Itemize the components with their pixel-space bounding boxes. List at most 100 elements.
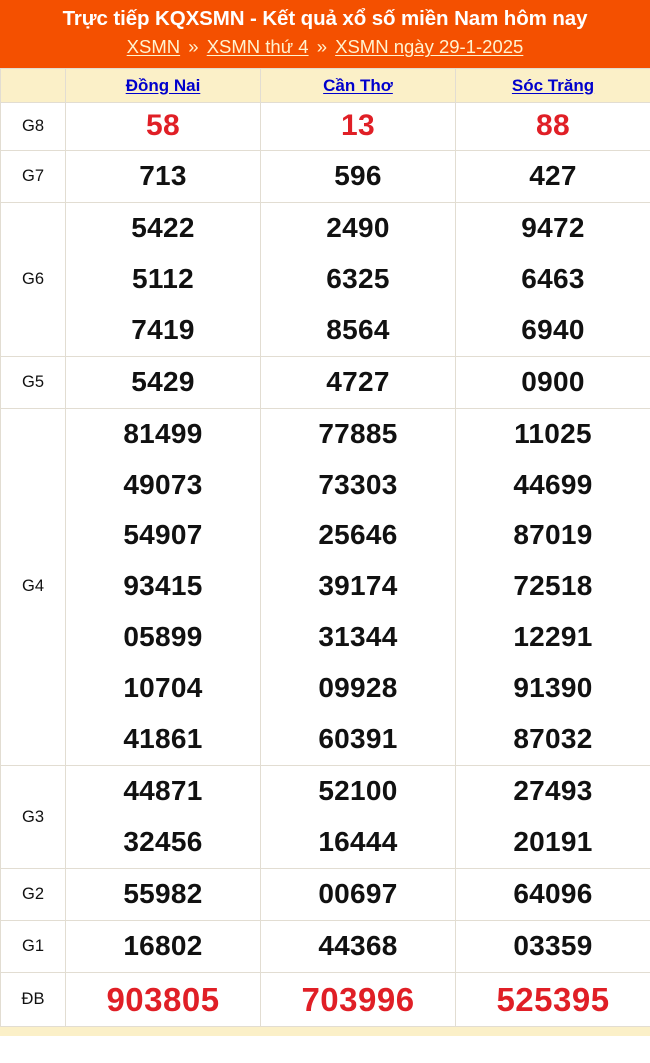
prize-numbers-cell: 03359 [455, 920, 650, 974]
prize-numbers-cell: 81499 49073 54907 93415 05899 10704 41861 [65, 407, 261, 767]
page-banner: Trực tiếp KQXSMN - Kết quả xổ số miền Na… [0, 0, 650, 69]
prize-row-g5: G5 5429 4727 0900 [0, 355, 650, 409]
lottery-number: 13 [341, 109, 375, 143]
table-header: Đồng Nai Cần Thơ Sóc Trăng [0, 68, 650, 104]
lottery-number: 05899 [123, 621, 203, 653]
lottery-number: 64096 [513, 878, 593, 910]
lottery-number: 72518 [513, 570, 593, 602]
lottery-number: 87019 [513, 519, 593, 551]
lottery-number: 596 [334, 159, 382, 191]
prize-numbers-cell: 703996 [260, 972, 456, 1028]
lottery-number: 44368 [318, 930, 398, 962]
lottery-number: 27493 [513, 775, 593, 807]
lottery-number: 41861 [123, 723, 203, 755]
lottery-number: 16802 [123, 930, 203, 962]
lottery-number: 73303 [318, 468, 398, 500]
prize-numbers-cell: 88 [455, 102, 650, 151]
results-table-wrapper: Đồng Nai Cần Thơ Sóc Trăng G8 58 13 88 G7 713… [0, 68, 650, 1028]
prize-numbers-cell: 2490 6325 8564 [260, 201, 456, 357]
lottery-number: 11025 [514, 417, 592, 449]
prize-numbers-cell: 77885 73303 25646 39174 31344 09928 60391 [260, 407, 456, 767]
prize-numbers-cell: 13 [260, 102, 456, 151]
footer-strip [0, 1027, 650, 1037]
lottery-number: 58 [146, 109, 180, 143]
lottery-number: 703996 [301, 981, 415, 1019]
lottery-number: 12291 [513, 621, 593, 653]
prize-row-g7: G7 713 596 427 [0, 149, 650, 203]
lottery-number: 55982 [123, 878, 203, 910]
lottery-number: 87032 [513, 723, 593, 755]
lottery-number: 52100 [318, 775, 398, 807]
lottery-number: 44699 [513, 468, 593, 500]
province-header-cell: Cần Thơ [260, 68, 456, 104]
breadcrumb-link-weekday[interactable]: XSMN thứ 4 [207, 36, 309, 57]
prize-row-g8: G8 58 13 88 [0, 102, 650, 151]
province-link-0[interactable]: Đồng Nai [126, 76, 201, 95]
lottery-number: 09928 [318, 672, 398, 704]
prize-numbers-cell: 427 [455, 149, 650, 203]
lottery-number: 39174 [318, 570, 398, 602]
lottery-number: 20191 [513, 826, 593, 858]
lottery-number: 903805 [106, 981, 220, 1019]
lottery-number: 713 [139, 159, 187, 191]
prize-numbers-cell: 596 [260, 149, 456, 203]
lottery-number: 0900 [521, 365, 585, 397]
lottery-results-table: Đồng Nai Cần Thơ Sóc Trăng G8 58 13 88 G7 713… [0, 68, 650, 1028]
prize-row-g3: G3 44871 32456 52100 16444 27493 20191 [0, 765, 650, 870]
breadcrumb-separator: » [188, 36, 199, 58]
prize-label: G1 [0, 920, 66, 974]
lottery-number: 03359 [513, 930, 593, 962]
lottery-number: 8564 [326, 313, 390, 345]
prize-row-g6: G6 5422 5112 7419 2490 6325 8564 9472 6463 6940 [0, 201, 650, 357]
page-title: Trực tiếp KQXSMN - Kết quả xổ số miền Na… [62, 7, 588, 30]
prize-label: G2 [0, 868, 66, 922]
prize-numbers-cell: 58 [65, 102, 261, 151]
lottery-number: 49073 [123, 468, 203, 500]
lottery-results-page: Trực tiếp KQXSMN - Kết quả xổ số miền Na… [0, 0, 650, 1037]
lottery-number: 5112 [132, 262, 194, 294]
breadcrumb-link-date[interactable]: XSMN ngày 29-1-2025 [335, 36, 523, 57]
prize-numbers-cell: 00697 [260, 868, 456, 922]
province-header-cell: Đồng Nai [65, 68, 261, 104]
prize-row-g2: G2 55982 00697 64096 [0, 868, 650, 922]
province-link-1[interactable]: Cần Thơ [323, 76, 393, 95]
lottery-number: 6463 [521, 262, 585, 294]
lottery-number: 9472 [521, 211, 585, 243]
prize-numbers-cell: 0900 [455, 355, 650, 409]
prize-numbers-cell: 52100 16444 [260, 765, 456, 870]
prize-numbers-cell: 44368 [260, 920, 456, 974]
prize-label: G4 [0, 407, 66, 767]
breadcrumb-link-xsmn[interactable]: XSMN [127, 36, 180, 57]
lottery-number: 6940 [521, 313, 585, 345]
prize-label: G8 [0, 102, 66, 151]
prize-numbers-cell: 9472 6463 6940 [455, 201, 650, 357]
prize-numbers-cell: 55982 [65, 868, 261, 922]
prize-numbers-cell: 903805 [65, 972, 261, 1028]
prize-row-đb: ĐB 903805 703996 525395 [0, 972, 650, 1028]
lottery-number: 25646 [318, 519, 398, 551]
prize-label: G6 [0, 201, 66, 357]
prize-numbers-cell: 5429 [65, 355, 261, 409]
lottery-number: 10704 [123, 672, 203, 704]
lottery-number: 93415 [123, 570, 203, 602]
province-link-2[interactable]: Sóc Trăng [512, 76, 594, 95]
lottery-number: 2490 [326, 211, 390, 243]
prize-numbers-cell: 44871 32456 [65, 765, 261, 870]
lottery-number: 88 [536, 109, 570, 143]
lottery-number: 77885 [318, 417, 398, 449]
lottery-number: 16444 [318, 826, 398, 858]
lottery-number: 31344 [318, 621, 398, 653]
prize-numbers-cell: 27493 20191 [455, 765, 650, 870]
lottery-number: 32456 [123, 826, 203, 858]
lottery-number: 81499 [123, 417, 203, 449]
lottery-number: 44871 [123, 775, 203, 807]
breadcrumb: XSMN » XSMN thứ 4 » XSMN ngày 29-1-2025 [0, 35, 650, 59]
lottery-number: 5429 [131, 365, 195, 397]
prize-numbers-cell: 525395 [455, 972, 650, 1028]
prize-numbers-cell: 5422 5112 7419 [65, 201, 261, 357]
prize-label: ĐB [0, 972, 66, 1028]
lottery-number: 91390 [513, 672, 593, 704]
lottery-number: 427 [529, 159, 577, 191]
prize-row-g1: G1 16802 44368 03359 [0, 920, 650, 974]
prize-row-g4: G4 81499 49073 54907 93415 05899 10704 41861 778… [0, 407, 650, 767]
